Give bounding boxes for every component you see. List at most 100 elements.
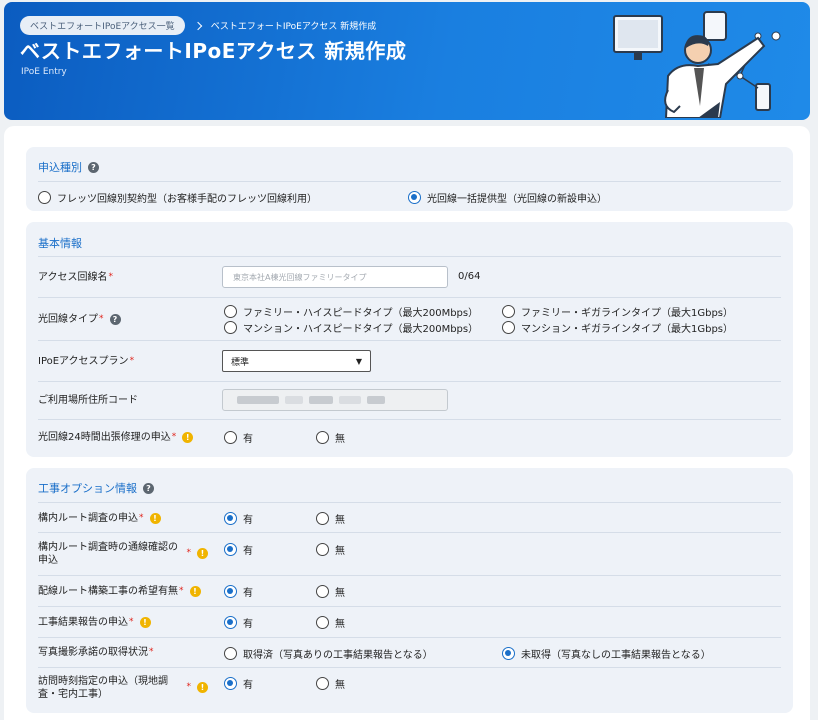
- breadcrumb-current: ベストエフォートIPoEアクセス 新規作成: [210, 22, 377, 32]
- help-icon[interactable]: ?: [143, 482, 154, 494]
- select-value: 標準: [231, 357, 250, 368]
- radio-button[interactable]: [224, 305, 237, 318]
- radio-label: 無: [335, 546, 345, 557]
- help-icon[interactable]: ?: [88, 161, 99, 173]
- radio-label: 有: [243, 680, 253, 691]
- radio-button[interactable]: [224, 647, 237, 660]
- radio-photo-obtained[interactable]: 取得済（写真ありの工事結果報告となる）: [224, 646, 433, 661]
- radio-label: 無: [335, 434, 345, 445]
- construction-options-title: 工事オプション情報 ?: [38, 480, 154, 496]
- radio-button[interactable]: [224, 321, 237, 334]
- radio-label: マンション・ギガラインタイプ（最大1Gbps）: [521, 324, 734, 335]
- row-wiring-check: 構内ルート調査時の通線確認の申込 *! 有 無: [38, 533, 781, 576]
- basic-info-section: 基本情報 アクセス回線名 * 東京本社A棟光回線ファミリータイプ 0/64 光回線…: [26, 222, 793, 457]
- char-counter: 0/64: [458, 271, 481, 282]
- radio-button[interactable]: [316, 512, 329, 525]
- page-header: ベストエフォートIPoEアクセス一覧 ベストエフォートIPoEアクセス 新規作成…: [4, 2, 810, 120]
- radio-label: 無: [335, 515, 345, 526]
- section-title-text: 申込種別: [38, 161, 82, 174]
- radio-label: 有: [243, 515, 253, 526]
- section-title-text: 基本情報: [38, 237, 82, 250]
- line-type-label: 光回線タイプ * ?: [38, 313, 214, 326]
- radio-label: 有: [243, 619, 253, 630]
- radio-label: 未取得（写真なしの工事結果報告となる）: [521, 650, 711, 661]
- row-plan: IPoEアクセスプラン * 標準 ▼: [38, 341, 781, 382]
- line-name-label: アクセス回線名 *: [38, 272, 113, 283]
- caret-down-icon: ▼: [355, 356, 362, 366]
- repair-label: 光回線24時間出張修理の申込 * !: [38, 431, 214, 444]
- visit-time-label: 訪問時刻指定の申込（現地調査・宅内工事） *!: [38, 675, 208, 701]
- line-name-input[interactable]: 東京本社A棟光回線ファミリータイプ: [222, 266, 448, 288]
- radio-button[interactable]: [316, 431, 329, 444]
- radio-button[interactable]: [316, 543, 329, 556]
- redacted-text: [309, 396, 333, 404]
- radio-wiring-check-no[interactable]: 無: [316, 542, 345, 557]
- row-wiring-construction: 配線ルート構築工事の希望有無 * ! 有 無: [38, 576, 781, 607]
- radio-flets-separate[interactable]: フレッツ回線別契約型（お客様手配のフレッツ回線利用）: [38, 190, 317, 205]
- radio-button-selected[interactable]: [408, 191, 421, 204]
- redacted-text: [367, 396, 385, 404]
- redacted-text: [339, 396, 361, 404]
- radio-button[interactable]: [38, 191, 51, 204]
- radio-button-selected[interactable]: [224, 543, 237, 556]
- radio-button-selected[interactable]: [224, 585, 237, 598]
- radio-route-survey-yes[interactable]: 有: [224, 511, 253, 526]
- radio-family-giga[interactable]: ファミリー・ギガラインタイプ（最大1Gbps）: [502, 304, 733, 319]
- radio-label: 有: [243, 546, 253, 557]
- radio-wiring-check-yes[interactable]: 有: [224, 542, 253, 557]
- wiring-construction-label: 配線ルート構築工事の希望有無 * !: [38, 585, 214, 598]
- result-report-label: 工事結果報告の申込 * !: [38, 616, 214, 629]
- radio-button-selected[interactable]: [224, 512, 237, 525]
- basic-info-title: 基本情報: [38, 235, 82, 251]
- radio-label: ファミリー・ギガラインタイプ（最大1Gbps）: [521, 308, 734, 319]
- radio-mansion-high-speed[interactable]: マンション・ハイスピードタイプ（最大200Mbps）: [224, 320, 478, 335]
- radio-label: ファミリー・ハイスピードタイプ（最大200Mbps）: [243, 308, 479, 319]
- radio-wiring-construction-yes[interactable]: 有: [224, 584, 253, 599]
- radio-button[interactable]: [502, 321, 515, 334]
- warning-icon[interactable]: !: [197, 548, 208, 559]
- radio-visit-time-no[interactable]: 無: [316, 676, 345, 691]
- help-icon[interactable]: ?: [109, 314, 121, 325]
- radio-button[interactable]: [224, 431, 237, 444]
- radio-wiring-construction-no[interactable]: 無: [316, 584, 345, 599]
- plan-select[interactable]: 標準 ▼: [222, 350, 371, 372]
- warning-icon[interactable]: !: [149, 513, 161, 524]
- radio-label: フレッツ回線別契約型（お客様手配のフレッツ回線利用）: [57, 194, 317, 205]
- warning-icon[interactable]: !: [182, 432, 194, 443]
- breadcrumb-parent-link[interactable]: ベストエフォートIPoEアクセス一覧: [20, 16, 185, 35]
- radio-route-survey-no[interactable]: 無: [316, 511, 345, 526]
- radio-button-selected[interactable]: [502, 647, 515, 660]
- warning-icon[interactable]: !: [139, 617, 151, 628]
- radio-button[interactable]: [502, 305, 515, 318]
- divider: [38, 181, 781, 182]
- redacted-text: [285, 396, 303, 404]
- warning-icon[interactable]: !: [189, 586, 201, 597]
- radio-photo-not-obtained[interactable]: 未取得（写真なしの工事結果報告となる）: [502, 646, 711, 661]
- radio-button-selected[interactable]: [224, 616, 237, 629]
- form-card: 申込種別 ? フレッツ回線別契約型（お客様手配のフレッツ回線利用） 光回線一括提…: [4, 126, 810, 720]
- radio-fiber-bundle[interactable]: 光回線一括提供型（光回線の新設申込）: [408, 190, 607, 205]
- radio-button[interactable]: [316, 616, 329, 629]
- warning-icon[interactable]: !: [197, 682, 208, 693]
- radio-visit-time-yes[interactable]: 有: [224, 676, 253, 691]
- radio-repair-no[interactable]: 無: [316, 430, 345, 445]
- radio-result-report-no[interactable]: 無: [316, 615, 345, 630]
- radio-button[interactable]: [316, 585, 329, 598]
- row-result-report: 工事結果報告の申込 * ! 有 無: [38, 607, 781, 638]
- row-line-type: 光回線タイプ * ? ファミリー・ハイスピードタイプ（最大200Mbps） ファミ…: [38, 298, 781, 341]
- radio-button[interactable]: [316, 677, 329, 690]
- radio-repair-yes[interactable]: 有: [224, 430, 253, 445]
- radio-label: 取得済（写真ありの工事結果報告となる）: [243, 650, 433, 661]
- radio-result-report-yes[interactable]: 有: [224, 615, 253, 630]
- radio-label: 無: [335, 619, 345, 630]
- radio-button-selected[interactable]: [224, 677, 237, 690]
- row-address: ご利用場所住所コード: [38, 382, 781, 420]
- construction-options-section: 工事オプション情報 ? 構内ルート調査の申込 * ! 有 無 構内ルート調査時の通…: [26, 468, 793, 713]
- photo-consent-label: 写真撮影承諾の取得状況 *: [38, 647, 154, 658]
- radio-family-high-speed[interactable]: ファミリー・ハイスピードタイプ（最大200Mbps）: [224, 304, 478, 319]
- row-visit-time: 訪問時刻指定の申込（現地調査・宅内工事） *! 有 無: [38, 668, 781, 710]
- businessman-illustration: [613, 11, 781, 118]
- row-photo-consent: 写真撮影承諾の取得状況 * 取得済（写真ありの工事結果報告となる） 未取得（写真な…: [38, 638, 781, 668]
- radio-mansion-giga[interactable]: マンション・ギガラインタイプ（最大1Gbps）: [502, 320, 733, 335]
- wiring-check-label: 構内ルート調査時の通線確認の申込 *!: [38, 541, 208, 567]
